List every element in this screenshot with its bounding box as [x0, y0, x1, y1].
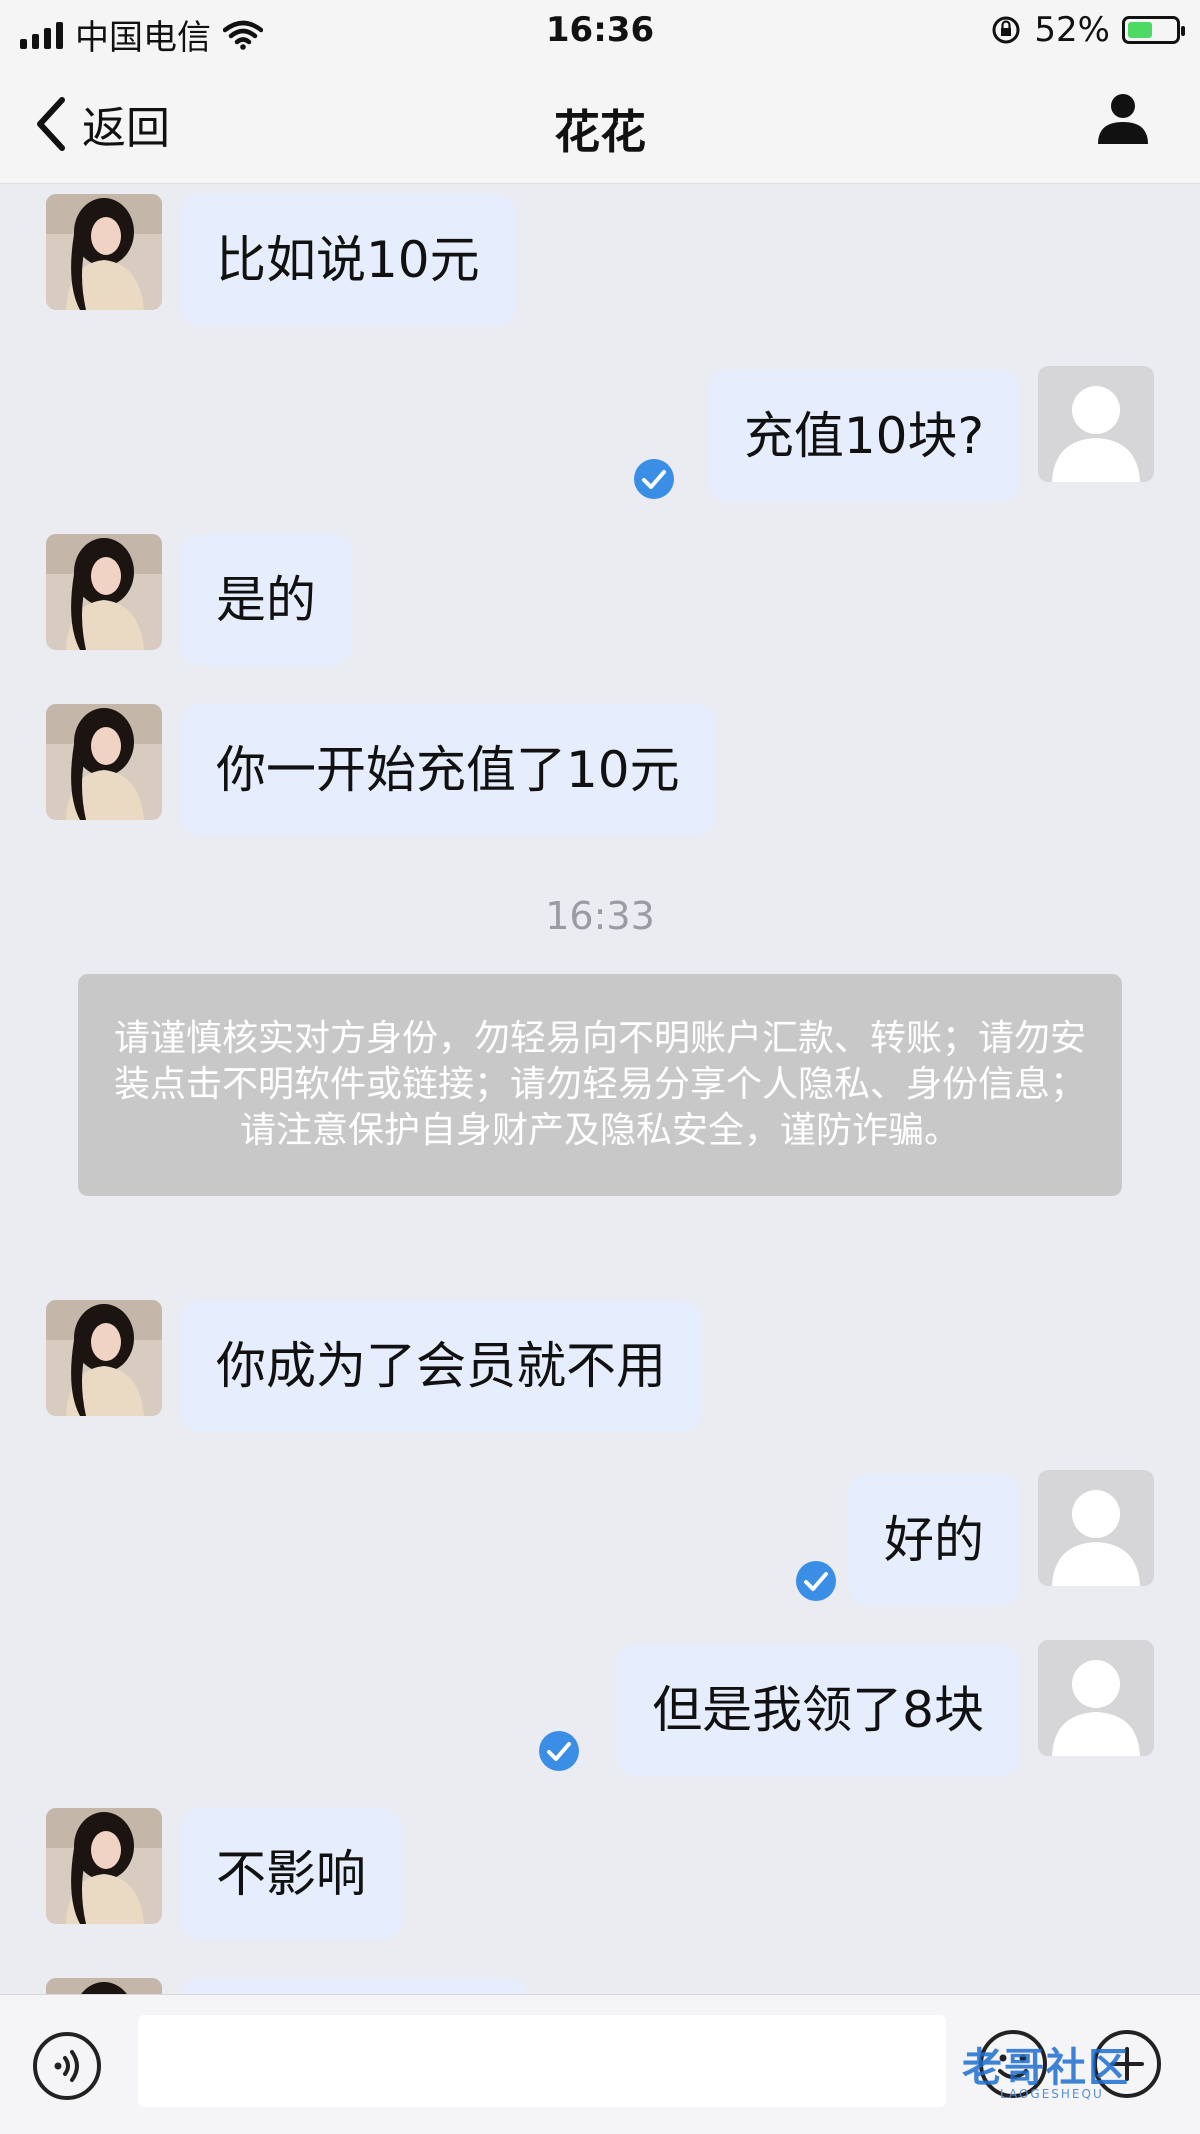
watermark-logo: 老哥社区 [962, 2045, 1130, 2091]
message-bubble[interactable]: 是的 [180, 534, 352, 666]
contact-avatar-image [46, 1808, 162, 1924]
battery-percent: 52% [1034, 10, 1110, 50]
contact-avatar-image [46, 194, 162, 310]
message-text: 比如说10元 [216, 231, 480, 289]
voice-icon [33, 2032, 101, 2100]
battery-icon [1122, 16, 1185, 44]
profile-button[interactable] [1096, 92, 1150, 150]
my-avatar[interactable] [1038, 1640, 1154, 1756]
contact-avatar[interactable] [46, 1978, 162, 1994]
voice-button[interactable] [32, 2031, 102, 2105]
page-title: 花花 [554, 105, 646, 159]
read-check-icon [796, 1561, 836, 1601]
default-avatar-icon [1038, 366, 1154, 482]
contact-avatar[interactable] [46, 1300, 162, 1416]
input-bar: 老哥社区 LAOGESHEQU [0, 1994, 1200, 2134]
contact-avatar[interactable] [46, 704, 162, 820]
message-input[interactable] [138, 2015, 946, 2107]
safety-notice: 请谨慎核实对方身份，勿轻易向不明账户汇款、转账；请勿安装点击不明软件或链接；请勿… [78, 974, 1122, 1196]
contact-avatar[interactable] [46, 534, 162, 650]
message-bubble[interactable]: 你成为了会员就不用 [180, 1300, 702, 1432]
message-received: 你一开始充值了10元 [0, 704, 1200, 836]
message-bubble[interactable]: 比如说10元 [180, 194, 516, 326]
message-received: 是的 [0, 534, 1200, 666]
message-bubble[interactable]: 你一开始充值了10元 [180, 704, 716, 836]
message-bubble[interactable]: 充值10块? [707, 370, 1020, 502]
my-avatar[interactable] [1038, 1470, 1154, 1586]
message-text: 是的 [216, 571, 316, 629]
default-avatar-icon [1038, 1640, 1154, 1756]
message-text: 你一开始充值了10元 [216, 741, 680, 799]
message-list[interactable]: 比如说10元 充值10块? 是的 你一开始充值了10元 16:33 请谨慎核实对… [0, 184, 1200, 1994]
contact-avatar-image [46, 534, 162, 650]
read-check-icon [634, 459, 674, 499]
chat-screen: 中国电信 16:36 52% 返回 花花 比如说10元 充值10块? 是的 你一… [0, 0, 1200, 2134]
message-text: 但是我领了8块 [652, 1681, 984, 1739]
message-bubble[interactable]: 好的 [848, 1474, 1020, 1606]
nav-bar: 返回 花花 [0, 62, 1200, 184]
contact-avatar[interactable] [46, 1808, 162, 1924]
message-received: 不影响 [0, 1808, 1200, 1940]
message-sent: 充值10块? [0, 366, 1200, 502]
contact-avatar-image [46, 1300, 162, 1416]
message-received-partial [0, 1978, 1200, 1994]
message-timestamp: 16:33 [545, 894, 655, 938]
message-sent: 但是我领了8块 [0, 1640, 1200, 1776]
my-avatar[interactable] [1038, 366, 1154, 482]
message-received: 比如说10元 [0, 194, 1200, 326]
contact-avatar-image [46, 1978, 162, 1994]
status-bar: 中国电信 16:36 52% [0, 0, 1200, 62]
message-text: 你成为了会员就不用 [216, 1337, 666, 1395]
default-avatar-icon [1038, 1470, 1154, 1586]
message-bubble[interactable]: 但是我领了8块 [616, 1644, 1020, 1776]
status-bar-right: 52% [990, 10, 1185, 50]
contact-avatar[interactable] [46, 194, 162, 310]
message-sent: 好的 [0, 1470, 1200, 1606]
watermark-subtitle: LAOGESHEQU [1000, 2087, 1104, 2101]
message-text: 充值10块? [743, 407, 984, 465]
orientation-lock-icon [992, 16, 1020, 44]
message-received: 你成为了会员就不用 [0, 1300, 1200, 1432]
message-bubble[interactable] [180, 1978, 528, 1994]
message-text: 好的 [884, 1511, 984, 1569]
user-icon [1098, 94, 1148, 144]
message-text: 不影响 [216, 1845, 366, 1903]
message-bubble[interactable]: 不影响 [180, 1808, 402, 1940]
contact-avatar-image [46, 704, 162, 820]
read-check-icon [539, 1731, 579, 1771]
